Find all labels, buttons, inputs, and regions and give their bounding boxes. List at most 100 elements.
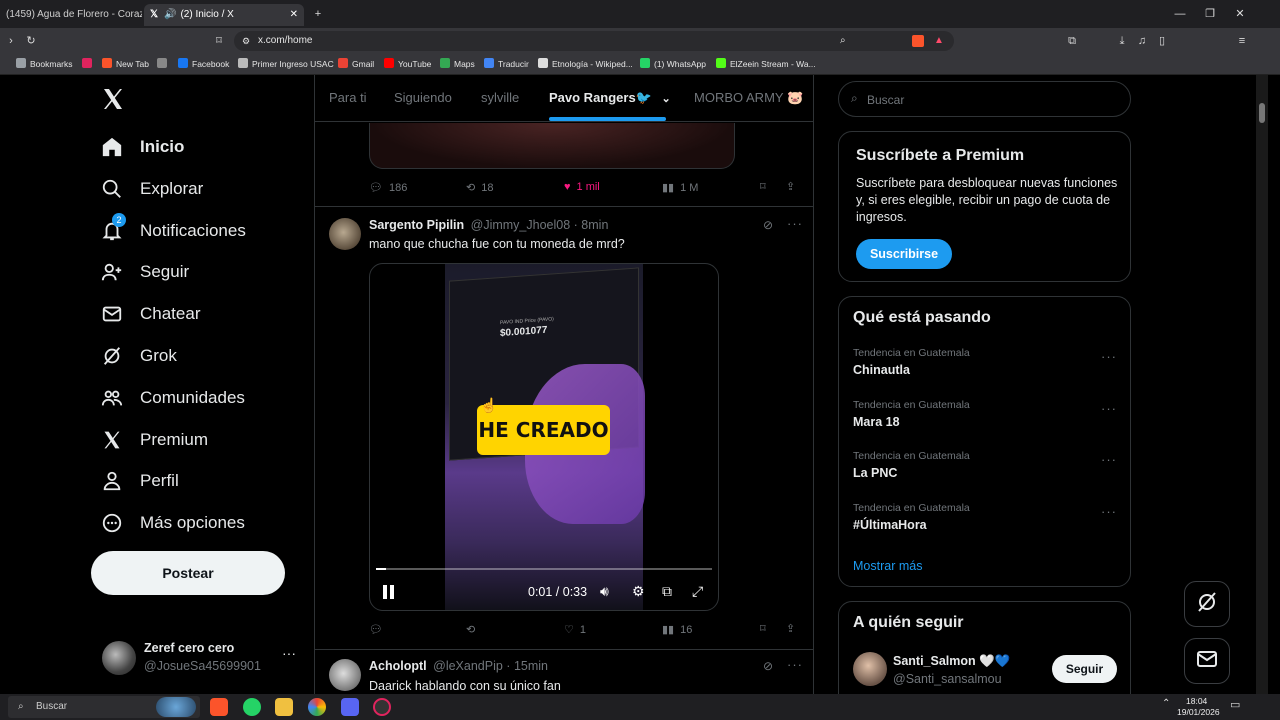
tab-sylville[interactable]: sylville bbox=[481, 90, 519, 105]
bookmark-item[interactable]: Facebook bbox=[178, 57, 229, 71]
repost-button[interactable]: ⟲ bbox=[466, 623, 475, 636]
tweet[interactable]: Sargento Pipilin @Jimmy_Jhoel08 · 8min ⊘… bbox=[315, 208, 813, 650]
bookmark-item[interactable]: ElZeein Stream - Wa... bbox=[716, 57, 816, 71]
sidebar-toggle-icon[interactable]: ▯ bbox=[1154, 31, 1170, 51]
extensions-icon[interactable]: ⧉ bbox=[1064, 31, 1080, 51]
show-more-link[interactable]: Mostrar más bbox=[853, 559, 922, 573]
sidebar-item-explorar[interactable]: Explorar bbox=[100, 174, 203, 204]
post-button[interactable]: Postear bbox=[91, 551, 285, 595]
bookmark-item[interactable]: Maps bbox=[440, 57, 475, 71]
tweet-more-icon[interactable]: ··· bbox=[787, 216, 803, 231]
fullscreen-icon[interactable]: ⤢ bbox=[692, 583, 703, 600]
tweet-time[interactable]: 15min bbox=[514, 659, 548, 673]
bookmark-item[interactable] bbox=[82, 57, 96, 71]
previous-tweet-media[interactable] bbox=[369, 123, 735, 169]
tab-siguiendo[interactable]: Siguiendo bbox=[394, 90, 452, 105]
bookmark-item[interactable]: Primer Ingreso USAC bbox=[238, 57, 334, 71]
discord-taskbar-icon[interactable] bbox=[341, 698, 359, 716]
volume-icon[interactable]: 🔊︎ bbox=[600, 583, 609, 600]
bookmark-item[interactable] bbox=[157, 57, 171, 71]
brave-taskbar-icon[interactable] bbox=[210, 698, 228, 716]
sidebar-item-grok[interactable]: Grok bbox=[100, 341, 177, 371]
settings-icon[interactable]: ⚙ bbox=[632, 583, 645, 600]
scrollbar-thumb[interactable] bbox=[1259, 103, 1265, 123]
file-explorer-taskbar-icon[interactable] bbox=[275, 698, 293, 716]
taskbar-time[interactable]: 18:04 bbox=[1186, 696, 1207, 706]
trend-more-icon[interactable]: ··· bbox=[1101, 349, 1117, 364]
like-button[interactable]: ♡ 1 bbox=[564, 623, 586, 637]
minimize-button[interactable]: — bbox=[1170, 4, 1190, 24]
forward-icon[interactable]: › bbox=[2, 31, 20, 51]
bookmark-button[interactable]: ⌑ bbox=[760, 622, 766, 635]
browser-tab-active[interactable]: 𝕏 🔊 (2) Inicio / X ✕ bbox=[144, 4, 304, 26]
trend-item[interactable]: Tendencia en Guatemala Chinautla bbox=[853, 347, 1123, 377]
pip-icon[interactable]: ⧉ bbox=[662, 583, 672, 600]
sidebar-item-chatear[interactable]: Chatear bbox=[100, 299, 200, 329]
url-field[interactable]: ⚙ x.com/home ⌕ ▲ bbox=[234, 31, 954, 51]
sidebar-item-mas-opciones[interactable]: Más opciones bbox=[100, 508, 245, 538]
bookmark-page-icon[interactable]: ⌑ bbox=[210, 31, 228, 51]
sidebar-item-seguir[interactable]: Seguir bbox=[100, 257, 189, 287]
tweet-author-name[interactable]: Sargento Pipilin bbox=[369, 218, 464, 232]
grok-fab[interactable] bbox=[1184, 581, 1230, 627]
search-box[interactable]: ⌕ Buscar bbox=[838, 81, 1131, 117]
bookmark-item[interactable]: Gmail bbox=[338, 57, 374, 71]
x-logo-icon[interactable] bbox=[101, 87, 127, 113]
trend-item[interactable]: Tendencia en Guatemala La PNC bbox=[853, 450, 1123, 480]
bookmark-item[interactable]: Bookmarks bbox=[16, 57, 73, 71]
chrome-taskbar-icon[interactable] bbox=[308, 698, 326, 716]
sidebar-item-inicio[interactable]: Inicio bbox=[100, 132, 184, 162]
tweet-more-icon[interactable]: ··· bbox=[787, 657, 803, 672]
maximize-button[interactable]: ❐ bbox=[1200, 4, 1220, 24]
tweet-author-handle[interactable]: @Jimmy_Jhoel08 bbox=[471, 218, 571, 232]
sidebar-item-comunidades[interactable]: Comunidades bbox=[100, 383, 245, 413]
more-icon[interactable]: ··· bbox=[282, 645, 296, 661]
video-progress-track[interactable] bbox=[376, 568, 712, 570]
zoom-icon[interactable]: ⌕ bbox=[840, 31, 846, 51]
suggested-name[interactable]: Santi_Salmon 🤍💙 bbox=[893, 654, 1010, 669]
tweet-author-handle[interactable]: @leXandPip bbox=[433, 659, 503, 673]
taskbar-date[interactable]: 19/01/2026 bbox=[1177, 707, 1220, 717]
views-button[interactable]: ▮▮ 16 bbox=[662, 623, 692, 637]
sidebar-item-premium[interactable]: Premium bbox=[100, 425, 208, 455]
downloads-icon[interactable]: ⤓ bbox=[1114, 31, 1130, 51]
new-tab-button[interactable]: + bbox=[310, 4, 326, 24]
subscribe-button[interactable]: Suscribirse bbox=[856, 239, 952, 269]
trend-more-icon[interactable]: ··· bbox=[1101, 401, 1117, 416]
tray-chevron-icon[interactable]: ⌃ bbox=[1162, 698, 1170, 709]
menu-icon[interactable]: ≡ bbox=[1234, 31, 1250, 51]
grok-icon[interactable]: ⊘ bbox=[763, 218, 773, 232]
brave-shield-icon[interactable] bbox=[912, 35, 924, 47]
grok-icon[interactable]: ⊘ bbox=[763, 659, 773, 673]
avatar[interactable] bbox=[853, 652, 887, 686]
trend-more-icon[interactable]: ··· bbox=[1101, 504, 1117, 519]
video-player[interactable]: PAVO IND Price (PAVO) $0.001077 HE CREAD… bbox=[369, 263, 719, 611]
tab-morbo-army[interactable]: MORBO ARMY 🐷 bbox=[694, 90, 803, 106]
app-taskbar-icon[interactable] bbox=[373, 698, 391, 716]
reply-button[interactable]: 💬︎ bbox=[369, 623, 383, 636]
whatsapp-taskbar-icon[interactable] bbox=[243, 698, 261, 716]
close-tab-icon[interactable]: ✕ bbox=[290, 4, 298, 26]
notifications-icon[interactable]: ▭ bbox=[1230, 698, 1240, 711]
chevron-down-icon[interactable]: ⌄ bbox=[662, 93, 671, 105]
bookmark-item[interactable]: (1) WhatsApp bbox=[640, 57, 706, 71]
bookmark-item[interactable]: YouTube bbox=[384, 57, 431, 71]
views-button[interactable]: ▮▮ 1 M bbox=[662, 181, 698, 195]
account-switcher[interactable]: Zeref cero cero @JosueSa45699901 ··· bbox=[102, 639, 302, 679]
brave-rewards-icon[interactable]: ▲ bbox=[934, 31, 944, 51]
sidebar-item-perfil[interactable]: Perfil bbox=[100, 466, 179, 496]
pause-icon[interactable] bbox=[382, 584, 396, 600]
tab-para-ti[interactable]: Para ti bbox=[329, 90, 367, 105]
bookmark-item[interactable]: New Tab bbox=[102, 57, 149, 71]
messages-fab[interactable] bbox=[1184, 638, 1230, 684]
reply-button[interactable]: 💬︎ 186 bbox=[369, 181, 407, 195]
media-icon[interactable]: ♫ bbox=[1134, 31, 1150, 51]
tweet-author-name[interactable]: Acholoptl bbox=[369, 659, 427, 673]
follow-button[interactable]: Seguir bbox=[1052, 655, 1117, 683]
like-button[interactable]: ♥ 1 mil bbox=[564, 181, 600, 193]
share-button[interactable]: ⇪ bbox=[786, 622, 795, 635]
reload-icon[interactable]: ↻ bbox=[22, 31, 40, 51]
trend-item[interactable]: Tendencia en Guatemala Mara 18 bbox=[853, 399, 1123, 429]
trend-more-icon[interactable]: ··· bbox=[1101, 452, 1117, 467]
bookmark-item[interactable]: Traducir bbox=[484, 57, 529, 71]
